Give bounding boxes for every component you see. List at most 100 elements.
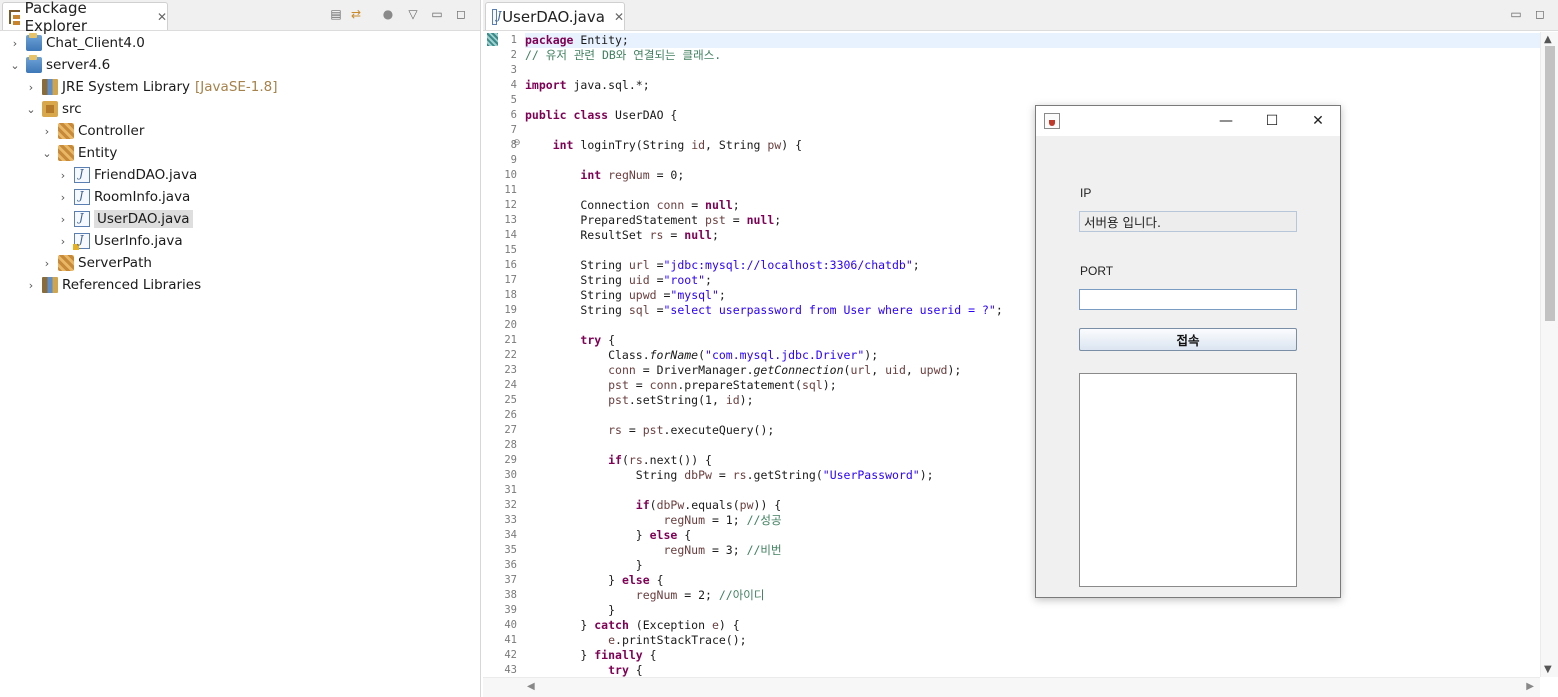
close-icon[interactable]: ✕ xyxy=(157,10,167,24)
minimize-icon[interactable]: ▭ xyxy=(429,6,445,22)
code-line[interactable]: pst = conn.prepareStatement(sql); xyxy=(525,378,837,393)
code-line[interactable]: String upwd ="mysql"; xyxy=(525,288,725,303)
line-number: 18 xyxy=(504,289,517,301)
chevron-down-icon[interactable]: ⌄ xyxy=(40,147,54,160)
code-line[interactable]: rs = pst.executeQuery(); xyxy=(525,423,774,438)
code-line[interactable]: String uid ="root"; xyxy=(525,273,712,288)
tree-item[interactable]: › JRE System Library [JavaSE-1.8] xyxy=(24,76,278,98)
chevron-right-icon[interactable]: › xyxy=(56,191,70,204)
code-line[interactable]: } finally { xyxy=(525,648,656,663)
code-line[interactable]: public class UserDAO { xyxy=(525,108,677,123)
line-number: 35 xyxy=(504,544,517,556)
tree-item[interactable]: › RoomInfo.java xyxy=(56,186,190,208)
line-number: 22 xyxy=(504,349,517,361)
connect-button[interactable]: 접속 xyxy=(1079,328,1297,351)
vertical-scrollbar[interactable]: ▲ ▼ xyxy=(1540,32,1558,677)
library-icon xyxy=(42,277,58,293)
scroll-down-icon[interactable]: ▼ xyxy=(1544,664,1552,675)
tab-package-explorer[interactable]: Package Explorer ✕ xyxy=(2,0,168,35)
code-line[interactable]: if(rs.next()) { xyxy=(525,453,712,468)
code-line[interactable]: pst.setString(1, id); xyxy=(525,393,753,408)
code-area[interactable]: 1 2 3 4 5 6 7 8 9 10 11 12 13 14 15 16 17 18 19 20 21 22 23 24 2… xyxy=(483,32,1558,677)
code-line[interactable]: e.printStackTrace(); xyxy=(525,633,747,648)
scrollbar-thumb[interactable] xyxy=(1545,46,1555,321)
line-number: 28 xyxy=(504,439,517,451)
chevron-right-icon[interactable]: › xyxy=(56,213,70,226)
library-icon xyxy=(42,79,58,95)
code-line[interactable]: int regNum = 0; xyxy=(525,168,684,183)
code-line[interactable]: } catch (Exception e) { xyxy=(525,618,739,633)
tree-item[interactable]: › Referenced Libraries xyxy=(24,274,201,296)
line-number: 13 xyxy=(504,214,517,226)
tree-item[interactable]: ⌄ src xyxy=(24,98,82,120)
chevron-right-icon[interactable]: › xyxy=(8,37,22,50)
link-with-editor-icon[interactable]: ⇄ xyxy=(348,6,364,22)
code-line[interactable]: package Entity; xyxy=(525,33,1540,48)
scroll-up-icon[interactable]: ▲ xyxy=(1544,34,1552,45)
chevron-right-icon[interactable]: › xyxy=(24,279,38,292)
code-lines[interactable]: package Entity;// 유저 관련 DB와 연결되는 클래스. imp… xyxy=(525,32,1540,677)
chevron-down-icon[interactable]: ⌄ xyxy=(8,59,22,72)
view-menu-icon[interactable]: ▽ xyxy=(405,6,421,22)
tree-item[interactable]: › Chat_Client4.0 xyxy=(8,32,145,54)
window-titlebar[interactable]: — ☐ ✕ xyxy=(1036,106,1340,136)
scroll-right-icon[interactable]: ▶ xyxy=(1526,681,1534,692)
minimize-icon[interactable]: ▭ xyxy=(1508,6,1524,22)
tree-item[interactable]: › ServerPath xyxy=(40,252,152,274)
chevron-right-icon[interactable]: › xyxy=(40,257,54,270)
filter-icon[interactable]: ● xyxy=(380,6,396,22)
chevron-right-icon[interactable]: › xyxy=(56,235,70,248)
source-folder-icon xyxy=(42,101,58,117)
code-line[interactable]: } xyxy=(525,558,643,573)
chevron-down-icon[interactable]: ⌄ xyxy=(24,103,38,116)
port-field[interactable] xyxy=(1079,289,1297,310)
tree-item[interactable]: ⌄ Entity xyxy=(40,142,117,164)
tree-item[interactable]: › Controller xyxy=(40,120,144,142)
code-line[interactable]: regNum = 3; //비번 xyxy=(525,543,781,558)
package-explorer-icon xyxy=(9,9,20,25)
code-line[interactable]: } else { xyxy=(525,573,663,588)
fold-toggle-icon[interactable]: ⊖ xyxy=(513,138,521,148)
minimize-button[interactable]: — xyxy=(1203,106,1249,136)
tree-item[interactable]: › UserDAO.java xyxy=(56,208,193,230)
maximize-button[interactable]: ☐ xyxy=(1249,106,1295,136)
tab-userdao-java[interactable]: UserDAO.java ✕ xyxy=(485,2,625,30)
code-line[interactable]: ResultSet rs = null; xyxy=(525,228,719,243)
code-line[interactable]: Class.forName("com.mysql.jdbc.Driver"); xyxy=(525,348,878,363)
code-line[interactable]: import java.sql.*; xyxy=(525,78,650,93)
code-line[interactable]: conn = DriverManager.getConnection(url, … xyxy=(525,363,961,378)
maximize-icon[interactable]: ◻ xyxy=(1532,6,1548,22)
close-icon[interactable]: ✕ xyxy=(614,10,624,24)
code-line[interactable]: try { xyxy=(525,663,643,678)
close-button[interactable]: ✕ xyxy=(1295,106,1341,136)
code-line[interactable]: // 유저 관련 DB와 연결되는 클래스. xyxy=(525,48,721,63)
code-line[interactable]: String dbPw = rs.getString("UserPassword… xyxy=(525,468,934,483)
code-line[interactable]: regNum = 1; //성공 xyxy=(525,513,781,528)
line-number: 39 xyxy=(504,604,517,616)
code-line[interactable]: String sql ="select userpassword from Us… xyxy=(525,303,1002,318)
maximize-icon[interactable]: ◻ xyxy=(453,6,469,22)
chevron-right-icon[interactable]: › xyxy=(56,169,70,182)
log-textarea[interactable] xyxy=(1079,373,1297,587)
tree-item[interactable]: ⌄ server4.6 xyxy=(8,54,110,76)
code-line[interactable]: Connection conn = null; xyxy=(525,198,739,213)
code-line[interactable]: if(dbPw.equals(pw)) { xyxy=(525,498,781,513)
code-line[interactable]: String url ="jdbc:mysql://localhost:3306… xyxy=(525,258,919,273)
ip-field[interactable]: 서버용 입니다. xyxy=(1079,211,1297,232)
chevron-right-icon[interactable]: › xyxy=(24,81,38,94)
code-line[interactable]: try { xyxy=(525,333,615,348)
chevron-right-icon[interactable]: › xyxy=(40,125,54,138)
tree-item-label: Entity xyxy=(78,145,118,161)
code-line[interactable]: int loginTry(String id, String pw) { xyxy=(525,138,802,153)
code-line[interactable]: PreparedStatement pst = null; xyxy=(525,213,781,228)
scroll-left-icon[interactable]: ◀ xyxy=(527,681,535,692)
code-line[interactable]: } else { xyxy=(525,528,691,543)
horizontal-scrollbar[interactable]: ◀ ▶ xyxy=(483,677,1540,697)
line-number: 14 xyxy=(504,229,517,241)
collapse-all-icon[interactable]: ▤ xyxy=(328,6,344,22)
tree-item[interactable]: › FriendDAO.java xyxy=(56,164,197,186)
code-line[interactable]: } xyxy=(525,603,615,618)
line-number: 24 xyxy=(504,379,517,391)
code-line[interactable]: regNum = 2; //아이디 xyxy=(525,588,765,603)
tree-item[interactable]: › UserInfo.java xyxy=(56,230,183,252)
